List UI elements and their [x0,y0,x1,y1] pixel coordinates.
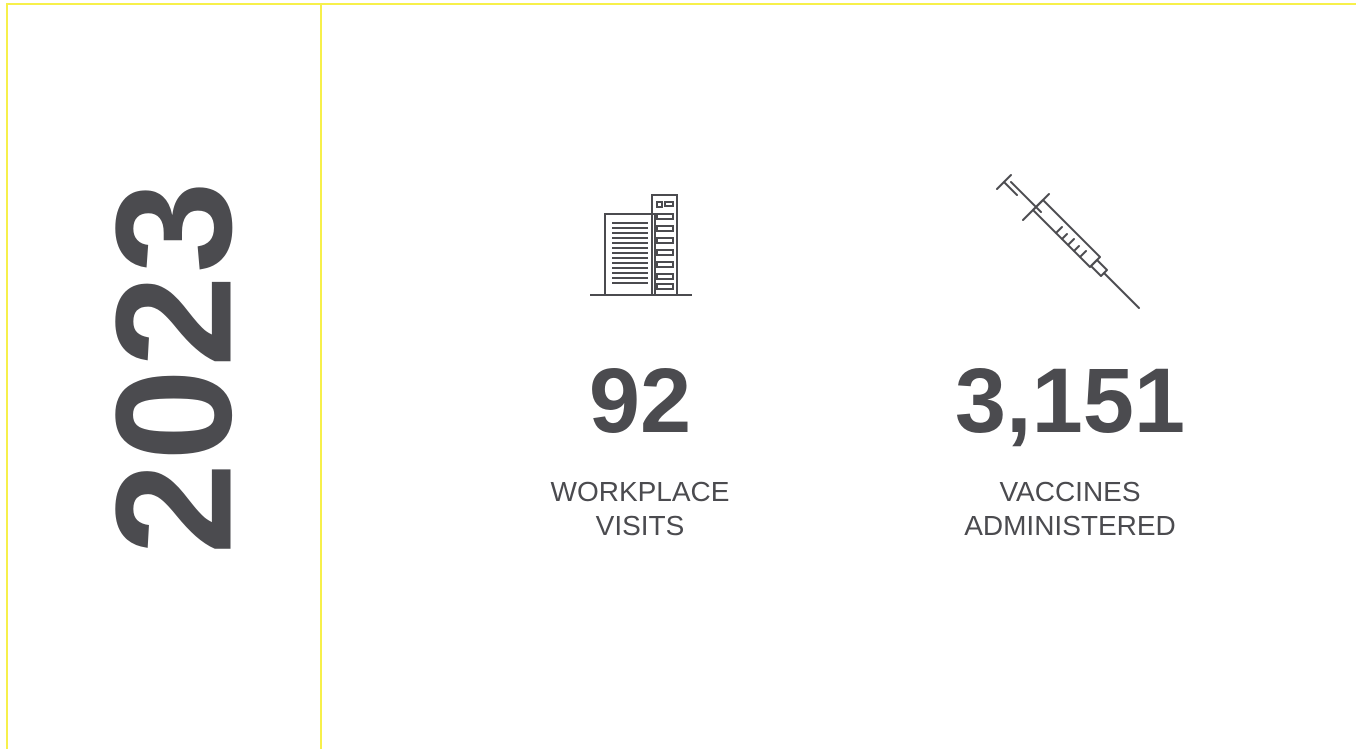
vaccines-administered-label-line1: VACCINES [999,476,1141,507]
vaccines-administered-label-line2: ADMINISTERED [964,510,1176,541]
vaccines-administered-value: 3,151 [954,350,1186,452]
infographic-frame: 2023 92 WORKPLACE VISITS 3,151 VACCINES … [0,0,1356,749]
year-panel: 2023 [8,5,320,749]
workplace-visits-label-line1: WORKPLACE [550,476,730,507]
workplace-visits-label: WORKPLACE VISITS [530,475,750,543]
office-building-icon [530,190,750,300]
year-label: 2023 [81,179,266,555]
syringe-icon [925,172,1215,320]
workplace-visits-value: 92 [588,350,692,452]
workplace-visits-label-line2: VISITS [595,510,685,541]
vaccines-administered-label: VACCINES ADMINISTERED [925,475,1215,543]
panel-divider-line [320,3,322,749]
